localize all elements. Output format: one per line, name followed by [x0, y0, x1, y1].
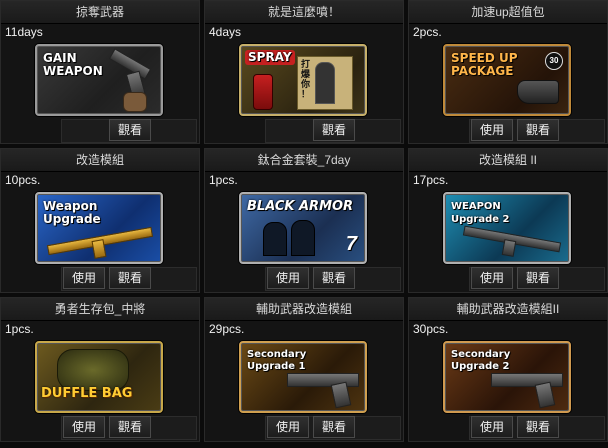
item-quantity: 17pcs.: [413, 173, 449, 187]
item-card: 改造模組 II 17pcs. WEAPON Upgrade 2 使用 觀看: [408, 148, 608, 293]
item-quantity: 1pcs.: [5, 322, 34, 336]
use-button[interactable]: 使用: [63, 416, 105, 438]
item-card: 掠奪武器 11days GAIN WEAPON 觀看: [0, 0, 200, 144]
view-button[interactable]: 觀看: [517, 267, 559, 289]
item-quantity: 30pcs.: [413, 322, 449, 336]
item-art-label: WEAPON Upgrade 2: [451, 201, 510, 225]
item-card: 輔助武器改造模組 29pcs. Secondary Upgrade 1 使用 觀…: [204, 297, 404, 442]
use-button[interactable]: 使用: [267, 416, 309, 438]
view-button[interactable]: 觀看: [313, 267, 355, 289]
item-image: GAIN WEAPON: [35, 44, 163, 116]
view-button[interactable]: 觀看: [109, 267, 151, 289]
item-title: 加速up超值包: [409, 1, 607, 24]
item-title: 輔助武器改造模組: [205, 298, 403, 321]
item-quantity: 4days: [209, 25, 242, 39]
item-image: DUFFLE BAG: [35, 341, 163, 413]
use-button[interactable]: 使用: [267, 267, 309, 289]
item-title: 改造模組: [1, 149, 199, 172]
item-art-label: SPRAY: [245, 50, 295, 65]
item-title: 掠奪武器: [1, 1, 199, 24]
item-card: 就是這麼噴！ 4days SPRAY 打 爆 你 ！ 觀看: [204, 0, 404, 144]
view-button[interactable]: 觀看: [517, 416, 559, 438]
view-button[interactable]: 觀看: [313, 416, 355, 438]
item-image: WEAPON Upgrade 2: [443, 192, 571, 264]
item-quantity: 1pcs.: [209, 173, 238, 187]
item-art-label: SPEED UP PACKAGE: [451, 51, 518, 78]
item-title: 勇者生存包_中將: [1, 298, 199, 321]
use-button[interactable]: 使用: [471, 416, 513, 438]
duration-number: 7: [345, 233, 357, 255]
item-title: 就是這麼噴！: [205, 1, 403, 24]
item-art-sublabel: 打 爆 你 ！: [301, 60, 311, 100]
view-button[interactable]: 觀看: [517, 119, 559, 141]
item-image: Secondary Upgrade 2: [443, 341, 571, 413]
view-button[interactable]: 觀看: [313, 119, 355, 141]
use-button[interactable]: 使用: [63, 267, 105, 289]
item-image: SPEED UP PACKAGE 30: [443, 44, 571, 116]
item-image: Weapon Upgrade: [35, 192, 163, 264]
item-card: 改造模組 10pcs. Weapon Upgrade 使用 觀看: [0, 148, 200, 293]
item-art-label: GAIN WEAPON: [43, 51, 103, 78]
item-art-label: Secondary Upgrade 1: [247, 349, 307, 372]
item-quantity: 11days: [5, 25, 43, 39]
item-grid: 掠奪武器 11days GAIN WEAPON 觀看 就是這麼噴！ 4days …: [0, 0, 608, 448]
item-image: BLACK ARMOR 7: [239, 192, 367, 264]
item-quantity: 29pcs.: [209, 322, 245, 336]
item-title: 輔助武器改造模組II: [409, 298, 607, 321]
item-card: 加速up超值包 2pcs. SPEED UP PACKAGE 30 使用 觀看: [408, 0, 608, 144]
count-badge: 30: [545, 52, 563, 70]
item-title: 改造模組 II: [409, 149, 607, 172]
use-button[interactable]: 使用: [471, 267, 513, 289]
item-art-label: DUFFLE BAG: [41, 386, 133, 401]
item-quantity: 2pcs.: [413, 25, 442, 39]
item-art-label: BLACK ARMOR: [247, 199, 354, 214]
item-image: SPRAY 打 爆 你 ！: [239, 44, 367, 116]
view-button[interactable]: 觀看: [109, 119, 151, 141]
use-button[interactable]: 使用: [471, 119, 513, 141]
item-card: 輔助武器改造模組II 30pcs. Secondary Upgrade 2 使用…: [408, 297, 608, 442]
item-title: 鈦合金套裝_7day: [205, 149, 403, 172]
item-image: Secondary Upgrade 1: [239, 341, 367, 413]
item-quantity: 10pcs.: [5, 173, 41, 187]
view-button[interactable]: 觀看: [109, 416, 151, 438]
item-card: 鈦合金套裝_7day 1pcs. BLACK ARMOR 7 使用 觀看: [204, 148, 404, 293]
item-art-label: Weapon Upgrade: [43, 199, 101, 226]
item-art-label: Secondary Upgrade 2: [451, 349, 511, 372]
item-card: 勇者生存包_中將 1pcs. DUFFLE BAG 使用 觀看: [0, 297, 200, 442]
